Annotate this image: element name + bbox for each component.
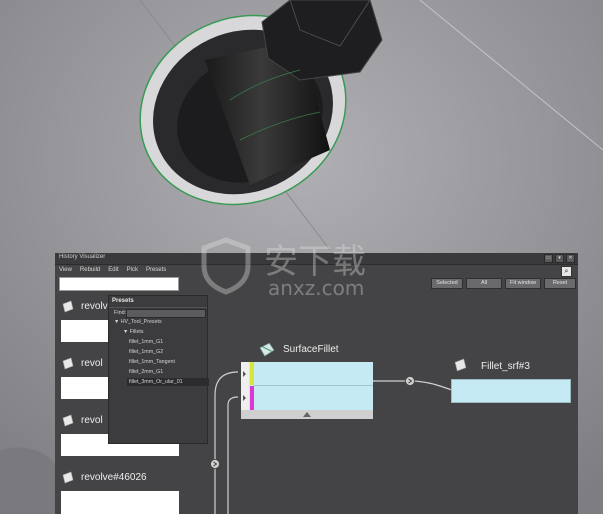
find-label: Find: <box>114 310 127 316</box>
node-label: revol <box>81 358 103 369</box>
node-label: revolve#46026 <box>81 472 147 483</box>
tree-item-fillet-3mm-selected[interactable]: fillet_3mm_Or_ular_01 <box>127 378 209 386</box>
surface-fillet-icon <box>259 342 275 357</box>
fillet-srf-label: Fillet_srf#3 <box>481 361 530 372</box>
node-body[interactable] <box>61 491 179 515</box>
node-label: revol <box>81 415 103 426</box>
input-port-column <box>241 362 249 410</box>
tree-item-fillet-1mm-g1[interactable]: fillet_1mm_G1 <box>129 339 163 345</box>
watermark: 安下载 anxz.com <box>196 232 406 302</box>
watermark-text-en: anxz.com <box>268 276 365 300</box>
node-body[interactable] <box>249 362 373 410</box>
tree-item-fillets[interactable]: ▼ Fillets <box>123 329 144 335</box>
page-bottom-margin <box>0 514 603 524</box>
node-body[interactable] <box>451 379 571 403</box>
input-port-arrow-icon[interactable] <box>243 395 246 401</box>
shield-logo-icon <box>201 237 251 295</box>
surface-sheet-icon <box>62 357 74 370</box>
tree-item-fillet-1mm-g2[interactable]: fillet_1mm_G2 <box>129 349 163 355</box>
find-input[interactable] <box>126 309 206 318</box>
divider <box>254 385 373 386</box>
surface-sheet-icon <box>62 300 74 313</box>
presets-title: Presets <box>112 298 134 304</box>
surface-fillet-node[interactable] <box>241 362 373 419</box>
surface-sheet-icon <box>62 471 74 484</box>
input-port-curve-1[interactable] <box>250 362 254 385</box>
surface-sheet-icon <box>62 414 74 427</box>
presets-panel[interactable]: Presets Find: ▼ HV_Tool_Presets ▼ Fillet… <box>108 295 209 444</box>
input-port-arrow-icon[interactable] <box>243 371 246 377</box>
expand-arrow-icon[interactable] <box>303 412 311 417</box>
surface-sheet-icon <box>454 358 467 372</box>
divider <box>109 307 207 308</box>
surface-fillet-label: SurfaceFillet <box>283 344 339 355</box>
tree-item-fillet-1mm-tangent[interactable]: fillet_1mm_Tangent <box>129 359 175 365</box>
tree-item-hv-tool-presets[interactable]: ▼ HV_Tool_Presets <box>114 319 162 325</box>
input-port-curve-2[interactable] <box>250 386 254 410</box>
tree-item-fillet-2mm-g1[interactable]: fillet_2mm_G1 <box>129 369 163 375</box>
